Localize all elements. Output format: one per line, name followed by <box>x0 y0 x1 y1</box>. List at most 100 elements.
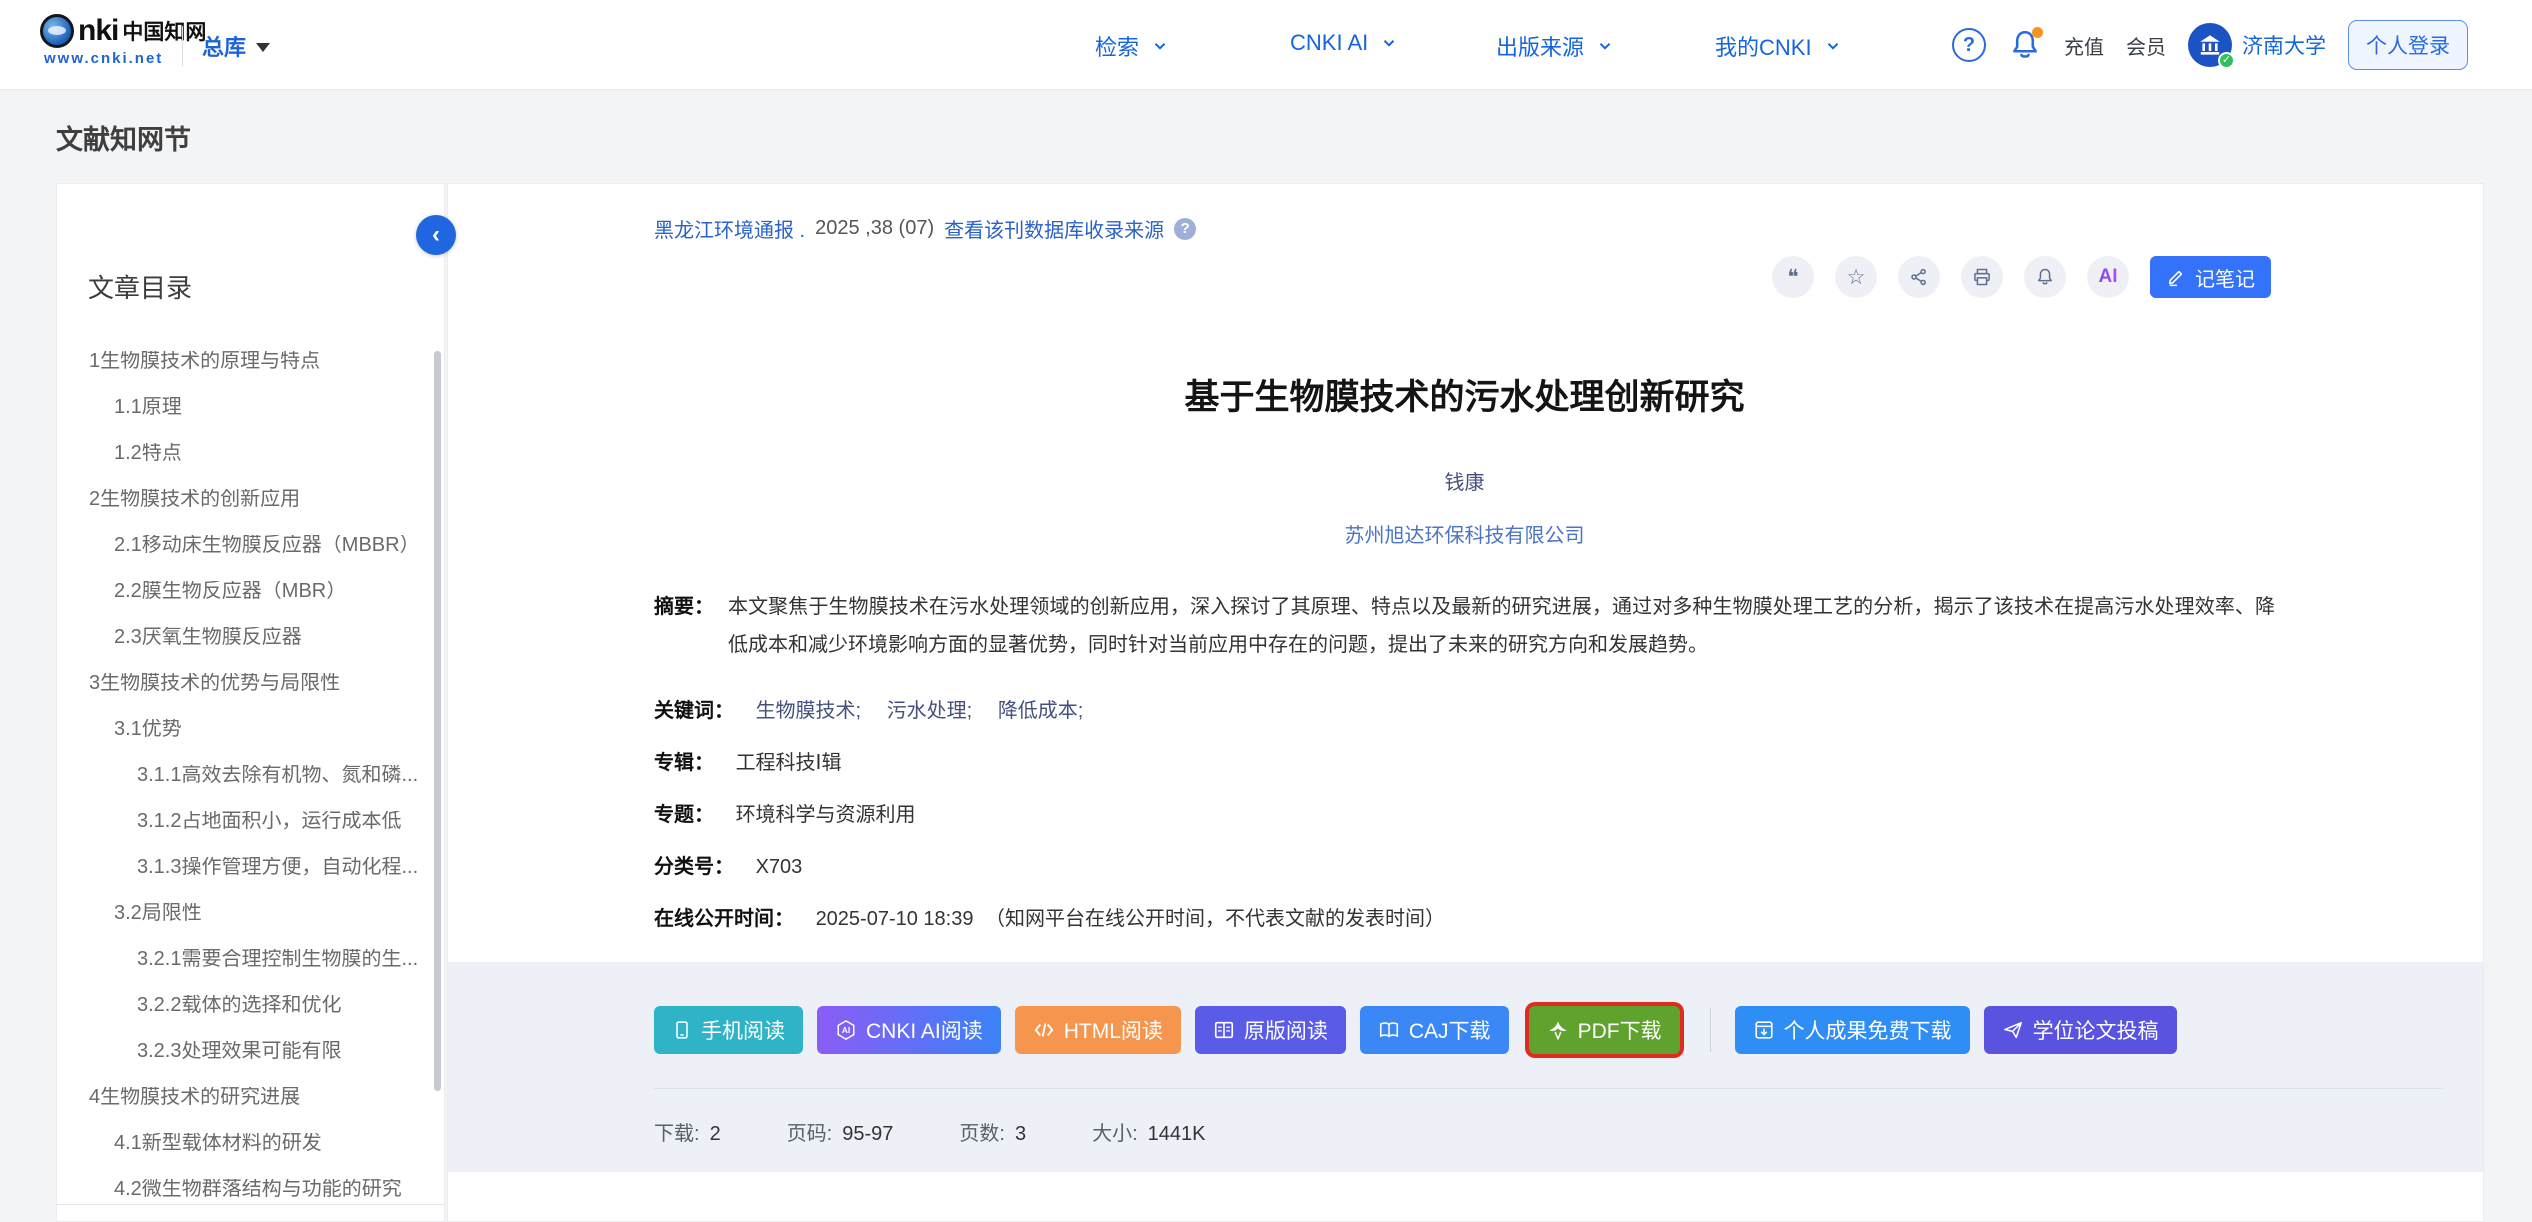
header-divider <box>182 26 183 66</box>
album-value: 工程科技Ⅰ辑 <box>736 752 842 774</box>
toc-item[interactable]: 2生物膜技术的创新应用 <box>89 489 444 510</box>
journal-help-icon[interactable]: ? <box>1174 218 1196 240</box>
toc-item[interactable]: 3.1.1高效去除有机物、氮和磷... <box>137 765 444 786</box>
article-panel: ❝ ☆ AI 记笔记 黑龙江环境通报 . 2025 ,38 (07) 查看该刊数… <box>447 183 2484 1222</box>
article-actions-row: ❝ ☆ AI 记笔记 <box>1772 256 2271 298</box>
article-stats-row: 下载:2 页码:95-97 页数:3 大小:1441K <box>654 1088 2443 1146</box>
toc-item[interactable]: 1生物膜技术的原理与特点 <box>89 351 444 372</box>
toc-item[interactable]: 1.1原理 <box>114 397 444 418</box>
toc-item[interactable]: 4.1新型载体材料的研发 <box>114 1133 444 1154</box>
logo-chinese: 中国知网 <box>122 16 206 46</box>
take-note-button[interactable]: 记笔记 <box>2150 256 2271 298</box>
page-count: 页数:3 <box>959 1117 1026 1146</box>
abstract-label: 摘要： <box>654 588 728 664</box>
take-note-label: 记笔记 <box>2195 263 2255 292</box>
nav-publish-source[interactable]: 出版来源 <box>1496 30 1614 62</box>
toc-item[interactable]: 2.2膜生物反应器（MBR） <box>114 581 444 602</box>
toc-item[interactable]: 3生物膜技术的优势与局限性 <box>89 673 444 694</box>
online-time-label: 在线公开时间： <box>654 908 794 930</box>
chevron-down-icon <box>1824 37 1842 55</box>
cnki-ai-read-button[interactable]: AI CNKI AI阅读 <box>817 1006 1001 1054</box>
favorite-star-icon[interactable]: ☆ <box>1835 256 1877 298</box>
album-label: 专辑： <box>654 752 714 774</box>
toc-item[interactable]: 1.2特点 <box>114 443 444 464</box>
toc-item[interactable]: 3.1.3操作管理方便，自动化程... <box>137 857 444 878</box>
toc-item[interactable]: 3.1.2占地面积小，运行成本低 <box>137 811 444 832</box>
online-time-value: 2025-07-10 18:39 <box>816 908 974 930</box>
clc-label: 分类号： <box>654 856 734 878</box>
ai-hexagon-icon: AI <box>835 1019 857 1041</box>
journal-source-link[interactable]: 查看该刊数据库收录来源 <box>944 214 1164 243</box>
toc-sidebar: 文章目录 1生物膜技术的原理与特点 1.1原理 1.2特点 2生物膜技术的创新应… <box>56 183 445 1222</box>
caj-download-button[interactable]: CAJ下载 <box>1360 1006 1509 1054</box>
button-group-divider <box>1710 1008 1711 1052</box>
nav-cnki-ai[interactable]: CNKI AI <box>1290 30 1398 56</box>
institution-badge-icon: ✓ <box>2188 23 2232 67</box>
page-range: 页码:95-97 <box>787 1117 894 1146</box>
topic-label: 专题： <box>654 804 714 826</box>
phone-icon <box>672 1020 692 1040</box>
nav-my-cnki[interactable]: 我的CNKI <box>1715 30 1842 62</box>
toc-item[interactable]: 3.2.3处理效果可能有限 <box>137 1041 444 1062</box>
print-icon[interactable] <box>1961 256 2003 298</box>
ai-assistant-icon[interactable]: AI <box>2087 256 2129 298</box>
journal-source-row: 黑龙江环境通报 . 2025 ,38 (07) 查看该刊数据库收录来源 ? <box>654 184 2275 243</box>
toc-item[interactable]: 3.1优势 <box>114 719 444 740</box>
toc-item[interactable]: 4生物膜技术的研究进展 <box>89 1087 444 1108</box>
keyword-link[interactable]: 降低成本; <box>998 700 1084 722</box>
toc-item[interactable]: 3.2局限性 <box>114 903 444 924</box>
toc-item[interactable]: 3.2.2载体的选择和优化 <box>137 995 444 1016</box>
nav-cnki-ai-label: CNKI AI <box>1290 30 1368 56</box>
nav-search-label: 检索 <box>1095 30 1139 62</box>
toc-item[interactable]: 3.2.1需要合理控制生物膜的生... <box>137 949 444 970</box>
personal-login-button[interactable]: 个人登录 <box>2348 20 2468 70</box>
nav-my-cnki-label: 我的CNKI <box>1715 30 1812 62</box>
toc-item[interactable]: 2.1移动床生物膜反应器（MBBR） <box>114 535 444 556</box>
sidebar-collapse-button[interactable]: ‹ <box>416 215 456 255</box>
chevron-down-icon <box>1596 37 1614 55</box>
adobe-reader-icon <box>1547 1019 1569 1041</box>
share-icon[interactable] <box>1898 256 1940 298</box>
pencil-icon <box>2166 267 2186 287</box>
abstract-text: 本文聚焦于生物膜技术在污水处理领域的创新应用，深入探讨了其原理、特点以及最新的研… <box>728 588 2275 664</box>
open-book-icon <box>1378 1019 1400 1041</box>
logo-latin: nki <box>78 14 118 48</box>
topic-value: 环境科学与资源利用 <box>736 804 916 826</box>
member-link[interactable]: 会员 <box>2126 31 2166 60</box>
toc-item[interactable]: 4.2微生物群落结构与功能的研究 <box>114 1179 444 1200</box>
topic-row: 专题： 环境科学与资源利用 <box>654 802 2275 828</box>
file-size: 大小:1441K <box>1092 1117 1205 1146</box>
journal-name-link[interactable]: 黑龙江环境通报 . <box>654 214 805 243</box>
verified-check-icon: ✓ <box>2218 52 2235 69</box>
mobile-read-button[interactable]: 手机阅读 <box>654 1006 803 1054</box>
toc-scrollbar[interactable] <box>434 351 441 1091</box>
keywords-label: 关键词： <box>654 700 734 722</box>
html-read-button[interactable]: HTML阅读 <box>1015 1006 1181 1054</box>
chevron-down-icon <box>1380 34 1398 52</box>
institution-account[interactable]: ✓ 济南大学 <box>2188 23 2326 67</box>
toc-item[interactable]: 2.3厌氧生物膜反应器 <box>114 627 444 648</box>
article-affiliation: 苏州旭达环保科技有限公司 <box>654 519 2275 548</box>
thesis-submit-button[interactable]: 学位论文投稿 <box>1984 1006 2177 1054</box>
help-icon[interactable]: ? <box>1952 28 1986 62</box>
institution-name: 济南大学 <box>2242 30 2326 60</box>
affiliation-link[interactable]: 苏州旭达环保科技有限公司 <box>1345 525 1585 547</box>
library-switcher[interactable]: 总库 <box>202 30 270 62</box>
nav-search[interactable]: 检索 <box>1095 30 1169 62</box>
author-link[interactable]: 钱康 <box>1445 472 1485 494</box>
abstract-row: 摘要： 本文聚焦于生物膜技术在污水处理领域的创新应用，深入探讨了其原理、特点以及… <box>654 588 2275 664</box>
page-title: 文献知网节 <box>56 118 191 157</box>
keywords-row: 关键词： 生物膜技术; 污水处理; 降低成本; <box>654 698 2275 724</box>
keyword-link[interactable]: 生物膜技术; <box>756 700 862 722</box>
chevron-down-icon <box>1151 37 1169 55</box>
personal-free-download-button[interactable]: 个人成果免费下载 <box>1735 1006 1970 1054</box>
recharge-link[interactable]: 充值 <box>2064 31 2104 60</box>
online-time-note: （知网平台在线公开时间，不代表文献的发表时间） <box>985 908 1445 930</box>
library-label: 总库 <box>202 30 246 62</box>
pdf-download-button[interactable]: PDF下载 <box>1529 1006 1680 1054</box>
keyword-link[interactable]: 污水处理; <box>887 700 973 722</box>
follow-bell-icon[interactable] <box>2024 256 2066 298</box>
original-read-button[interactable]: 原版阅读 <box>1195 1006 1346 1054</box>
notification-bell-icon[interactable] <box>2008 28 2042 62</box>
cite-quote-icon[interactable]: ❝ <box>1772 256 1814 298</box>
